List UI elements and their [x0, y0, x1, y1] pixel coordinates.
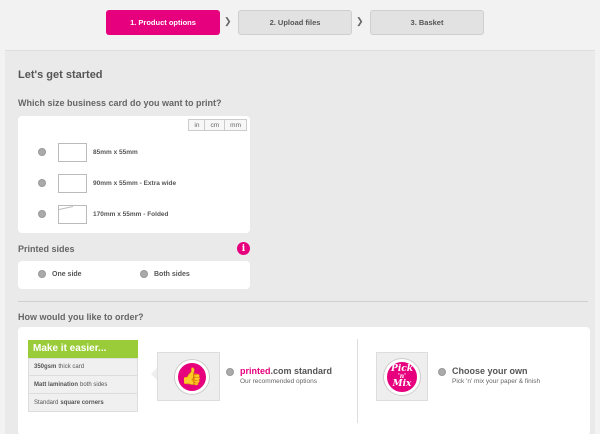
unit-in-button[interactable]: in — [188, 119, 206, 131]
easier-row-card: 350gsm thick card — [28, 358, 138, 376]
printed-sides-selector: One side Both sides — [18, 261, 250, 289]
unit-toggle: in cm mm — [188, 119, 247, 131]
radio-button[interactable] — [38, 210, 46, 218]
standard-option-subtitle: Our recommended options — [240, 378, 317, 385]
pick-option-title: Choose your own — [452, 366, 528, 376]
folded-card-icon — [58, 204, 87, 224]
product-options-panel: Let's get started Which size business ca… — [5, 50, 595, 434]
side-option-one[interactable]: One side — [38, 270, 82, 278]
make-it-easier-heading: Make it easier... — [28, 340, 138, 358]
standard-option[interactable]: printed.com standard Our recommended opt… — [226, 366, 332, 385]
size-option-170x55-folded[interactable]: 170mm x 55mm - Folded — [38, 203, 169, 225]
size-option-90x55[interactable]: 90mm x 55mm - Extra wide — [38, 172, 176, 194]
pick-option-subtitle: Pick 'n' mix your paper & finish — [452, 378, 541, 385]
radio-button[interactable] — [226, 368, 234, 376]
standard-option-title: printed.com standard — [240, 366, 333, 376]
divider — [18, 301, 588, 302]
card-shape-icon — [58, 173, 87, 193]
size-label: 170mm x 55mm - Folded — [93, 210, 169, 218]
pick-n-mix-tile[interactable]: Pick 'n' Mix — [376, 352, 428, 401]
order-question: How would you like to order? — [18, 312, 144, 322]
side-label: One side — [52, 270, 82, 278]
radio-button[interactable] — [38, 148, 46, 156]
order-options: Make it easier... 350gsm thick card Matt … — [18, 327, 590, 434]
size-selector: in cm mm 85mm x 55mm 90mm x 55mm - Extra… — [18, 116, 250, 233]
pick-n-mix-option[interactable]: Choose your own Pick 'n' mix your paper … — [438, 366, 540, 385]
info-icon[interactable]: i — [237, 242, 250, 255]
size-label: 90mm x 55mm - Extra wide — [93, 179, 177, 187]
chevron-right-icon: ❯ — [356, 16, 364, 26]
chevron-right-icon: ❯ — [224, 16, 232, 26]
easier-row-lamination: Matt lamination both sides — [28, 376, 138, 394]
radio-button[interactable] — [38, 179, 46, 187]
easier-row-corners: Standard square corners — [28, 394, 138, 412]
size-label: 85mm x 55mm — [93, 148, 138, 156]
printed-sides-label: Printed sides — [18, 244, 75, 254]
step-upload-files[interactable]: 2. Upload files — [238, 10, 352, 35]
page-title: Let's get started — [18, 69, 103, 81]
size-question: Which size business card do you want to … — [18, 98, 222, 108]
pick-n-mix-logo: Pick 'n' Mix — [384, 359, 420, 395]
step-basket[interactable]: 3. Basket — [370, 10, 484, 35]
radio-button[interactable] — [38, 270, 46, 278]
vertical-divider — [357, 339, 358, 423]
make-it-easier-panel: Make it easier... 350gsm thick card Matt … — [28, 340, 138, 412]
size-option-85x55[interactable]: 85mm x 55mm — [38, 141, 138, 163]
side-option-both[interactable]: Both sides — [140, 270, 190, 278]
thumbs-up-icon: 👍 — [175, 360, 209, 394]
unit-cm-button[interactable]: cm — [205, 119, 225, 131]
radio-button[interactable] — [438, 368, 446, 376]
standard-option-tile[interactable]: 👍 — [157, 352, 220, 401]
step-product-options[interactable]: 1. Product options — [106, 10, 220, 35]
card-shape-icon — [58, 142, 87, 162]
side-label: Both sides — [154, 270, 190, 278]
unit-mm-button[interactable]: mm — [224, 119, 247, 131]
radio-button[interactable] — [140, 270, 148, 278]
